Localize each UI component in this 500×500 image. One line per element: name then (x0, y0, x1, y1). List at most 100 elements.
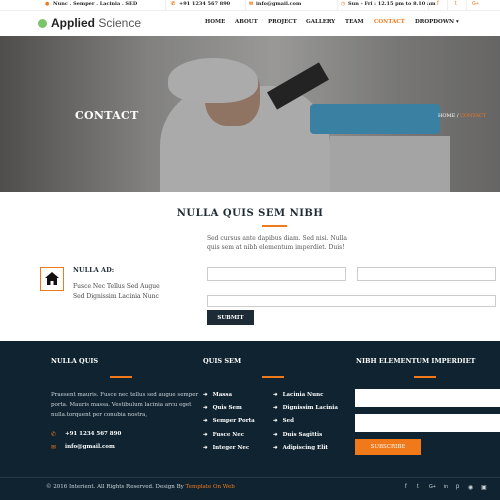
linkedin-icon[interactable]: in (444, 484, 448, 490)
nav-contact[interactable]: CONTACT (374, 19, 405, 25)
location-icon: ● (45, 1, 50, 7)
google-plus-icon[interactable]: G+ (429, 484, 436, 490)
footer-link[interactable]: ➜ Massa (203, 392, 232, 398)
copyright: © 2016 Interient. All Rights Reserved. D… (46, 484, 235, 490)
footer-link-label: Lacinia Nunc (282, 392, 324, 398)
breadcrumb-separator: / (456, 113, 459, 119)
footer-phone: +91 1234 567 890 (65, 431, 122, 437)
footer-col2-heading: QUIS SEM (203, 357, 242, 365)
footer-link[interactable]: ➜ Quis Sem (203, 405, 242, 411)
footer-link-label: Fusce Nec (212, 432, 245, 438)
arrow-right-icon: ➜ (273, 405, 278, 411)
address-text: Fusce Nec Tellus Sed Augue Sed Dignissim… (73, 282, 160, 302)
footer-link-label: Integer Nec (212, 445, 250, 451)
mail-icon: ✉ (249, 1, 254, 7)
footer-link-label: Semper Porta (212, 418, 255, 424)
google-plus-icon[interactable]: G+ (472, 1, 479, 7)
nav-project[interactable]: PROJECT (268, 19, 297, 25)
arrow-right-icon: ➜ (203, 392, 208, 398)
address-line-2: Sed Dignissim Lacinia Nunc (73, 293, 159, 300)
footer-link[interactable]: ➜ Lacinia Nunc (273, 392, 323, 398)
footer-link[interactable]: ➜ Integer Nec (203, 445, 249, 451)
footer-email[interactable]: info@gmail.com (65, 444, 115, 450)
arrow-right-icon: ➜ (273, 418, 278, 424)
footer-link[interactable]: ➜ Adipiscing Elit (273, 445, 328, 451)
home-icon-box (40, 267, 64, 291)
footer-link[interactable]: ➜ Fusce Nec (203, 432, 244, 438)
submit-button[interactable]: SUBMIT (207, 310, 254, 325)
arrow-right-icon: ➜ (273, 392, 278, 398)
message-field[interactable] (207, 295, 496, 307)
footer-col2-underline (262, 376, 284, 378)
brand-rest: Science (95, 16, 142, 30)
arrow-right-icon: ➜ (203, 432, 208, 438)
footer-col1-text: Praesent mauris. Fusce nec tellus sed au… (51, 392, 199, 418)
footer-link-label: Quis Sem (212, 405, 242, 411)
address-heading: NULLA AD: (73, 266, 115, 274)
leaf-icon (38, 19, 47, 28)
main-nav: Applied Science HOME ABOUT PROJECT GALLE… (0, 11, 500, 36)
nav-team[interactable]: TEAM (345, 19, 364, 25)
footer-divider (0, 477, 500, 478)
arrow-right-icon: ➜ (273, 445, 278, 451)
top-breadcrumb: Nunc . Semper . Lacinia . SED (53, 1, 138, 7)
nav-dropdown-label: DROPDOWN (415, 19, 455, 25)
top-email[interactable]: info@gmail.com (256, 1, 301, 7)
top-phone: +91 1234 567 890 (179, 1, 231, 7)
arrow-right-icon: ➜ (203, 445, 208, 451)
home-icon (45, 272, 59, 285)
footer-col3-underline (414, 376, 436, 378)
phone-icon: ✆ (171, 1, 176, 7)
name-field[interactable] (207, 267, 346, 281)
arrow-right-icon: ➜ (203, 418, 208, 424)
arrow-right-icon: ➜ (203, 405, 208, 411)
twitter-icon[interactable]: t (417, 484, 419, 490)
breadcrumb: HOME / CONTACT (438, 113, 486, 119)
section-intro: Sed cursus ante dapibus diam. Sed nisi. … (207, 235, 347, 251)
top-hours: Sun - Fri : 12.15 pm to 8.10 am (348, 1, 436, 7)
title-underline (262, 225, 287, 227)
copyright-text: © 2016 Interient. All Rights Reserved. D… (46, 484, 186, 490)
footer-col1-underline (110, 376, 132, 378)
site-logo[interactable]: Applied Science (38, 16, 141, 30)
mail-icon: ✉ (51, 444, 57, 451)
breadcrumb-home[interactable]: HOME (438, 113, 455, 119)
page-title: CONTACT (75, 109, 139, 122)
footer-col1-heading: NULLA QUIS (51, 357, 99, 365)
footer-link-label: Sed (282, 418, 294, 424)
brand-bold: Applied (51, 16, 95, 30)
caret-down-icon: ▾ (455, 19, 459, 25)
arrow-right-icon: ➜ (273, 432, 278, 438)
address-line-1: Fusce Nec Tellus Sed Augue (73, 283, 160, 290)
nav-home[interactable]: HOME (205, 19, 225, 25)
footer-link[interactable]: ➜ Sed (273, 418, 294, 424)
footer-link-label: Duis Sagittis (282, 432, 323, 438)
clock-icon: ◷ (341, 1, 346, 7)
footer-col3-heading: NIBH ELEMENTUM IMPERDIET (356, 357, 476, 365)
nav-about[interactable]: ABOUT (235, 19, 258, 25)
nav-gallery[interactable]: GALLERY (306, 19, 335, 25)
footer-link-label: Massa (212, 392, 233, 398)
newsletter-email-field[interactable] (355, 414, 500, 432)
twitter-icon[interactable]: t (455, 1, 457, 7)
footer-link-label: Adipiscing Elit (282, 445, 328, 451)
breadcrumb-current: CONTACT (460, 113, 487, 119)
section-title: NULLA QUIS SEM NIBH (176, 208, 324, 219)
email-field[interactable] (357, 267, 496, 281)
instagram-icon[interactable]: ▣ (481, 484, 487, 491)
footer-link[interactable]: ➜ Duis Sagittis (273, 432, 322, 438)
footer-link[interactable]: ➜ Dignissim Lacinia (273, 405, 338, 411)
footer-link[interactable]: ➜ Semper Porta (203, 418, 255, 424)
facebook-icon[interactable]: f (405, 484, 407, 490)
pinterest-icon[interactable]: p (456, 484, 459, 490)
rss-icon[interactable]: ◉ (468, 484, 473, 491)
nav-dropdown[interactable]: DROPDOWN ▾ (415, 19, 459, 25)
designer-link[interactable]: Template On Web (186, 484, 235, 490)
hero-banner: CONTACT HOME / CONTACT (0, 36, 500, 192)
top-bar: ● Nunc . Semper . Lacinia . SED ✆ +91 12… (0, 0, 500, 11)
newsletter-name-field[interactable] (355, 389, 500, 407)
subscribe-button[interactable]: SUBSCRIBE (355, 439, 421, 455)
footer-link-label: Dignissim Lacinia (282, 405, 338, 411)
facebook-icon[interactable]: f (437, 1, 439, 7)
phone-icon: ✆ (51, 431, 57, 438)
